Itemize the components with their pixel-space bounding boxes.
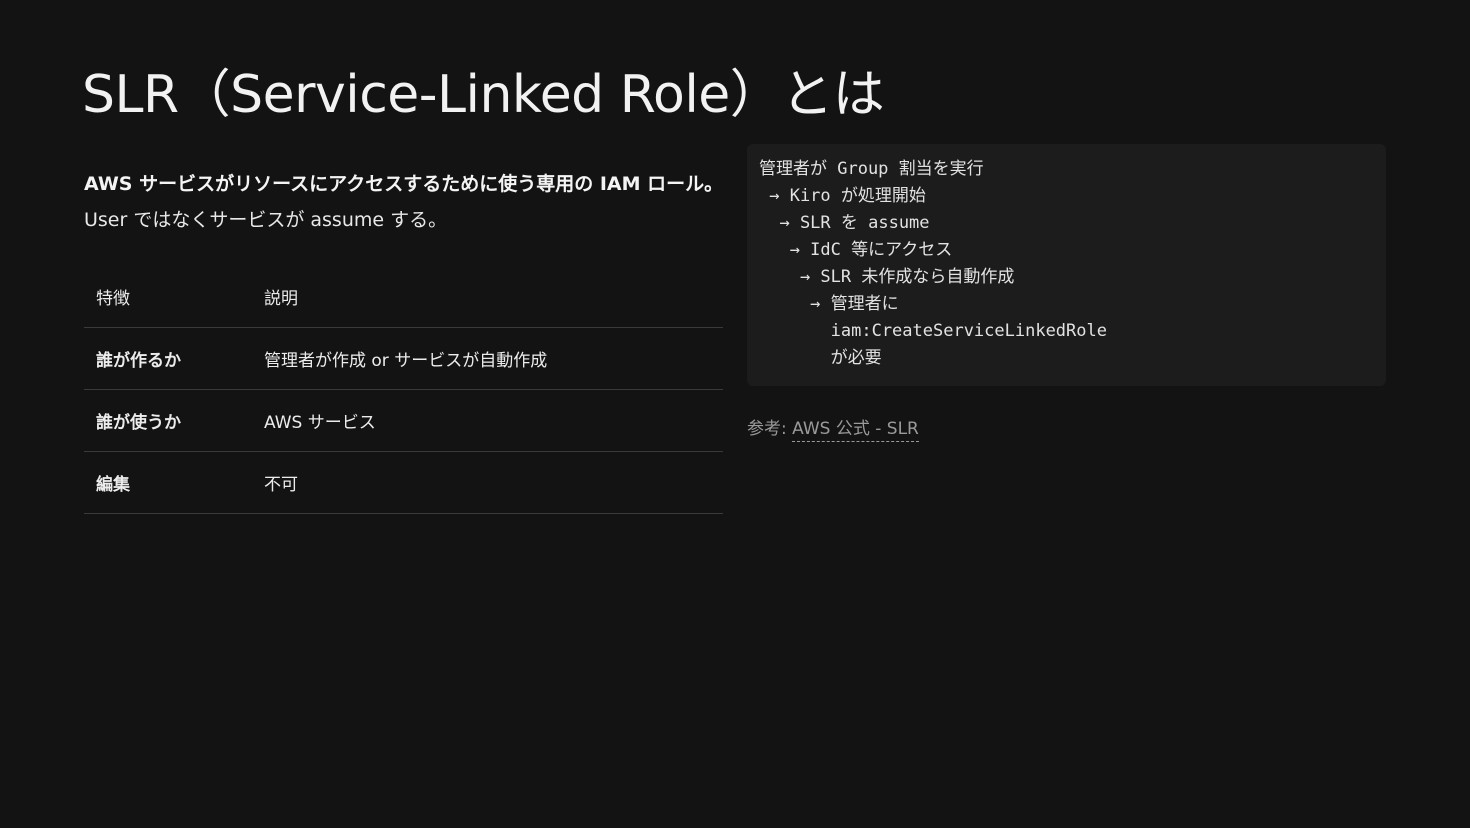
table-header-row: 特徴 説明 xyxy=(84,266,723,328)
features-table: 特徴 説明 誰が作るか 管理者が作成 or サービスが自動作成 誰が使うか AW… xyxy=(84,266,723,514)
table-cell-description: AWS サービス xyxy=(252,389,723,452)
table-cell-description: 不可 xyxy=(252,451,723,514)
lead-bold-text: AWS サービスがリソースにアクセスするために使う専用の IAM ロール。 xyxy=(84,173,724,195)
table-row: 誰が作るか 管理者が作成 or サービスが自動作成 xyxy=(84,327,723,390)
right-column: 管理者が Group 割当を実行 → Kiro が処理開始 → SLR を as… xyxy=(747,144,1386,442)
left-column: AWS サービスがリソースにアクセスするために使う専用の IAM ロール。 Us… xyxy=(84,166,724,514)
table-header-cell: 説明 xyxy=(252,266,723,328)
lead-paragraph: AWS サービスがリソースにアクセスするために使う専用の IAM ロール。 Us… xyxy=(84,166,724,238)
slide: SLR（Service-Linked Role）とは AWS サービスがリソース… xyxy=(0,0,1470,828)
lead-normal-text: User ではなくサービスが assume する。 xyxy=(84,209,448,231)
table-cell-description: 管理者が作成 or サービスが自動作成 xyxy=(252,327,723,390)
table-header-cell: 特徴 xyxy=(84,266,252,328)
reference-link[interactable]: AWS 公式 - SLR xyxy=(792,419,919,442)
reference-line: 参考: AWS 公式 - SLR xyxy=(747,414,1386,442)
table-cell-feature: 誰が使うか xyxy=(84,389,252,452)
table-cell-feature: 誰が作るか xyxy=(84,327,252,390)
slide-title: SLR（Service-Linked Role）とは xyxy=(82,65,885,125)
code-block: 管理者が Group 割当を実行 → Kiro が処理開始 → SLR を as… xyxy=(747,144,1386,386)
reference-prefix: 参考: xyxy=(747,419,793,439)
table-cell-feature: 編集 xyxy=(84,451,252,514)
table-row: 編集 不可 xyxy=(84,451,723,514)
table-row: 誰が使うか AWS サービス xyxy=(84,389,723,452)
